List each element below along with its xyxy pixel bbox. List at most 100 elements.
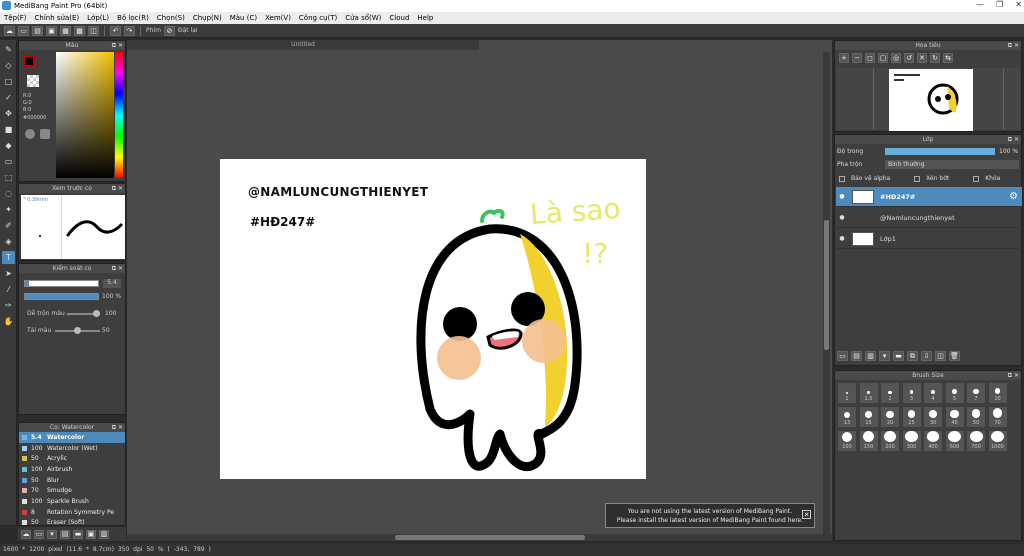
brush-size-cell[interactable]: 500 [944,430,965,452]
menu-filter[interactable]: Bộ lọc(R) [117,14,149,22]
brush-size-cell[interactable]: 1.5 [858,382,879,404]
brush-size-cell[interactable]: 4 [923,382,943,404]
brush-size-cell[interactable]: 700 [966,430,986,452]
brush-list-item[interactable]: 70 Smudge [19,485,125,496]
brush-size-cell[interactable]: 300 [901,430,922,452]
magic-wand-tool-icon[interactable]: ✦ [2,203,15,216]
eyedropper-icon[interactable]: ✑ [2,299,15,312]
brush-size-cell[interactable]: 2 [880,382,900,404]
menu-snap[interactable]: Chụp(N) [193,14,222,22]
fit-icon[interactable]: ◻ [865,53,875,63]
horizontal-scrollbar[interactable] [127,534,832,541]
rotate-reset-icon[interactable]: ✕ [917,53,927,63]
close-button[interactable]: ✕ [1015,0,1022,9]
open-icon[interactable]: ▤ [32,25,43,36]
cloud-icon[interactable]: ☁ [4,25,15,36]
menu-view[interactable]: Xem(V) [265,14,291,22]
brush-size-cell[interactable]: 10 [987,382,1008,404]
brush-list-item[interactable]: 50 Blur [19,475,125,486]
flip-icon[interactable]: ⇆ [943,53,953,63]
select-eraser-tool-icon[interactable]: ◈ [2,235,15,248]
minimize-button[interactable]: — [976,0,984,9]
visibility-eye-icon[interactable]: ● [836,193,848,200]
save-icon[interactable]: ▣ [46,25,57,36]
menu-layer[interactable]: Lớp(L) [87,14,109,22]
brush-list-item[interactable]: 100 Airbrush [19,464,125,475]
redo-icon[interactable]: ↷ [124,25,135,36]
new-file-icon[interactable]: ▭ [18,25,29,36]
line-tool-icon[interactable]: ✓ [2,91,15,104]
move-tool-icon[interactable]: ✥ [2,107,15,120]
brush-size-cell[interactable]: 30 [923,406,943,428]
blend-slider[interactable] [67,310,100,317]
export-icon[interactable]: ▦ [60,25,71,36]
menu-tools[interactable]: Công cụ(T) [299,14,337,22]
visibility-eye-icon[interactable]: ● [836,235,848,242]
brush-list-item[interactable]: 8 Rotation Symmetry Pe [19,507,125,518]
maximize-button[interactable]: ❐ [996,0,1003,9]
brush-size-cell[interactable]: 70 [987,406,1008,428]
new-layer-1bit-icon[interactable]: ▥ [865,351,876,361]
select-tool-icon[interactable]: ⬚ [2,171,15,184]
bucket-tool-icon[interactable]: ◆ [2,139,15,152]
canvas-area[interactable]: Untitled @NAMLUNCUNGTHIENYET #HĐ247# Là … [127,40,832,541]
brush-list-item[interactable]: 100 Watercolor (Wet) [19,443,125,454]
zoom-out-icon[interactable]: − [852,53,862,63]
rotate-right-icon[interactable]: ↻ [930,53,940,63]
brush-opacity-slider[interactable] [24,293,99,300]
crop-icon[interactable]: ◫ [88,25,99,36]
foreground-color-swatch[interactable] [23,55,35,67]
brush-export-icon[interactable]: ▣ [86,529,96,539]
brush-list-item[interactable]: 100 Sparkle Brush [19,496,125,507]
brush-size-cell[interactable]: 20 [880,406,900,428]
text-tool-icon[interactable]: T [2,251,15,264]
brush-list-item[interactable]: 50 Acrylic [19,453,125,464]
brush-menu-icon[interactable]: ▾ [47,529,57,539]
palette-icon[interactable] [25,129,35,139]
delete-layer-icon[interactable]: 🗑 [949,351,960,361]
shape-tool-icon[interactable]: □ [2,75,15,88]
brush-tool-icon[interactable]: ✎ [2,43,15,56]
lasso-tool-icon[interactable]: ◌ [2,187,15,200]
menu-help[interactable]: Help [417,14,433,22]
menu-select[interactable]: Chọn(S) [157,14,185,22]
visibility-eye-icon[interactable]: ● [836,214,848,221]
cloud-brush-icon[interactable]: ☁ [21,529,31,539]
brush-size-cell[interactable]: 25 [901,406,922,428]
hue-slider[interactable] [115,52,123,178]
brush-size-cell[interactable]: 3 [901,382,922,404]
brush-size-cell[interactable]: 15 [858,406,879,428]
gradient-tool-icon[interactable]: ▭ [2,155,15,168]
layer-blend-select[interactable]: Bình thường [885,160,1019,169]
brush-copy-icon[interactable]: ▤ [60,529,70,539]
brush-size-cell[interactable]: 400 [923,430,943,452]
brush-folder-icon[interactable]: ▬ [73,529,83,539]
menu-cloud[interactable]: Cloud [389,14,409,22]
eraser-tool-icon[interactable]: ◇ [2,59,15,72]
document-tab[interactable]: Untitled [127,40,479,50]
reload-slider[interactable] [55,327,100,334]
layer-opacity-slider[interactable] [885,148,995,155]
operation-tool-icon[interactable]: ➤ [2,267,15,280]
brush-size-cell[interactable]: 13 [837,406,857,428]
brush-size-cell[interactable]: 150 [858,430,879,452]
layer-menu-icon[interactable]: ▾ [879,351,890,361]
notification-close-icon[interactable]: ✕ [802,510,811,519]
brush-size-cell[interactable]: 50 [966,406,986,428]
brush-size-cell[interactable]: 1 [837,382,857,404]
notification-line2[interactable]: Please install the latest version of Med… [606,516,814,525]
brush-size-cell[interactable]: 5 [944,382,965,404]
lock-checkbox[interactable] [973,175,980,182]
fill-rect-tool-icon[interactable]: ■ [2,123,15,136]
duplicate-layer-icon[interactable]: ⧉ [907,351,918,361]
dropper-tool-icon[interactable]: ⁄ [2,283,15,296]
hand-tool-icon[interactable]: ✋ [2,315,15,328]
brush-delete-icon[interactable]: ▥ [99,529,109,539]
menu-color[interactable]: Màu (C) [230,14,257,22]
background-color-swatch[interactable] [27,75,39,87]
new-layer-icon[interactable]: ▭ [837,351,848,361]
canvas-paper[interactable]: @NAMLUNCUNGTHIENYET #HĐ247# Là sao !? [220,159,646,479]
actual-size-icon[interactable]: ▢ [878,53,888,63]
reset-icon[interactable]: ⊘ [163,25,175,36]
undo-icon[interactable]: ↶ [110,25,121,36]
